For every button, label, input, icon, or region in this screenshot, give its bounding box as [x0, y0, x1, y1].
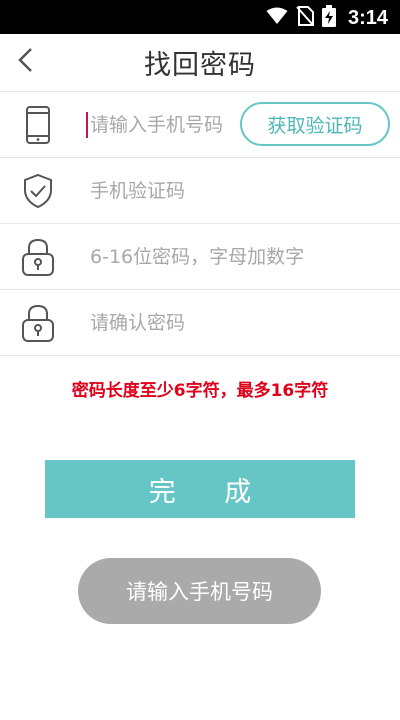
- confirm-password-row: [0, 290, 400, 356]
- phone-input[interactable]: [90, 108, 240, 142]
- app-bar: 找回密码: [0, 34, 400, 90]
- lock-icon: [18, 302, 58, 344]
- phone-row: 获取验证码: [0, 92, 400, 158]
- battery-charging-icon: [321, 5, 336, 31]
- password-row: [0, 224, 400, 290]
- shield-check-icon: [18, 170, 58, 212]
- wifi-icon: [266, 7, 288, 29]
- password-hint: 密码长度至少6字符，最多16字符: [71, 381, 329, 401]
- done-button[interactable]: 完 成: [45, 460, 355, 518]
- no-sim-icon: [296, 6, 314, 30]
- lock-icon: [18, 236, 58, 278]
- status-time: 3:14: [347, 6, 388, 29]
- phone-icon: [18, 104, 58, 146]
- status-bar: 3:14: [0, 0, 400, 34]
- confirm-password-input[interactable]: [90, 306, 370, 340]
- code-input[interactable]: [90, 174, 370, 208]
- text-cursor: [86, 112, 88, 138]
- code-row: [0, 158, 400, 224]
- status-icons: 3:14: [266, 5, 388, 31]
- password-input[interactable]: [90, 240, 370, 274]
- page-title: 找回密码: [144, 50, 256, 81]
- toast-message: 请输入手机号码: [78, 558, 321, 624]
- get-code-button[interactable]: 获取验证码: [240, 102, 390, 146]
